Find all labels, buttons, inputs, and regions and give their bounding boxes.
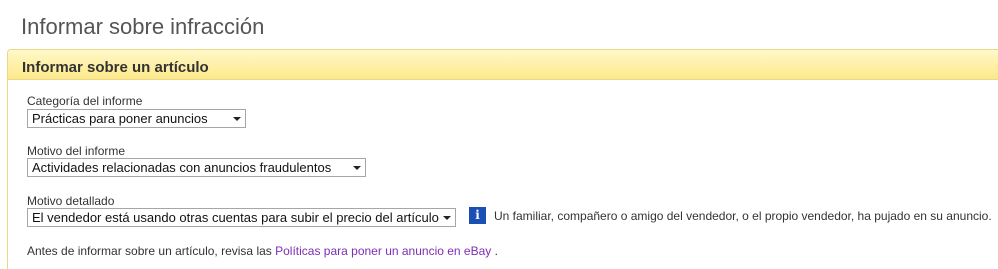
info-icon: i — [469, 207, 486, 224]
info-message: Un familiar, compañero o amigo del vende… — [494, 209, 992, 223]
chevron-down-icon — [233, 117, 241, 121]
chevron-down-icon — [443, 216, 451, 220]
policy-note-prefix: Antes de informar sobre un artículo, rev… — [27, 244, 276, 258]
page-title: Informar sobre infracción — [21, 14, 265, 39]
reason-select-value: Actividades relacionadas con anuncios fr… — [32, 160, 332, 175]
detailed-reason-label: Motivo detallado — [27, 194, 115, 208]
report-page: Informar sobre infracción Informar sobre… — [0, 0, 998, 269]
panel-title: Informar sobre un artículo — [22, 59, 209, 76]
policy-link[interactable]: Políticas para poner un anuncio en eBay — [275, 244, 491, 258]
category-select[interactable]: Prácticas para poner anuncios — [27, 109, 246, 128]
detailed-reason-select-value: El vendedor está usando otras cuentas pa… — [32, 210, 439, 225]
policy-note-suffix: . — [491, 244, 498, 258]
policy-note: Antes de informar sobre un artículo, rev… — [27, 244, 498, 258]
detailed-reason-select[interactable]: El vendedor está usando otras cuentas pa… — [27, 208, 456, 227]
category-label: Categoría del informe — [27, 94, 143, 108]
reason-label: Motivo del informe — [27, 144, 126, 158]
chevron-down-icon — [353, 166, 361, 170]
category-select-value: Prácticas para poner anuncios — [32, 111, 208, 126]
reason-select[interactable]: Actividades relacionadas con anuncios fr… — [27, 158, 366, 177]
